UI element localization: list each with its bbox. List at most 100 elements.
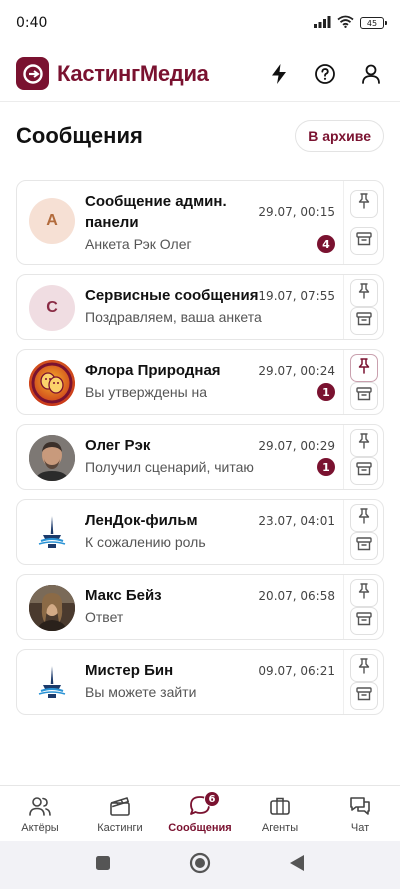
archive-chat-button[interactable]: [349, 532, 378, 560]
nav-item-castings[interactable]: Кастинги: [80, 786, 160, 841]
pin-icon: [357, 282, 371, 304]
chat-item-main[interactable]: А Сообщение админ. панели Анкета Рэк Оле…: [17, 181, 343, 264]
chat-preview: К сожалению роль: [85, 534, 206, 550]
page-title: Сообщения: [16, 123, 143, 148]
archive-chat-button[interactable]: [349, 382, 378, 410]
chat-preview: Ответ: [85, 609, 124, 625]
archive-icon: [355, 311, 372, 331]
pin-button[interactable]: [349, 429, 378, 457]
nav-label: Кастинги: [97, 822, 143, 834]
clapperboard-icon: [107, 793, 133, 819]
pin-button[interactable]: [349, 189, 378, 218]
nav-label: Сообщения: [168, 822, 232, 834]
chat-item[interactable]: Олег Рэк Получил сценарий, читаю 29.07, …: [16, 424, 384, 490]
chat-actions: [343, 275, 383, 339]
chat-time: 20.07, 06:58: [258, 589, 335, 603]
pin-icon: [357, 193, 371, 214]
archive-button[interactable]: В архиве: [295, 120, 384, 152]
chat-item[interactable]: ЛенДок-фильм К сожалению роль 23.07, 04:…: [16, 499, 384, 565]
avatar: [29, 435, 75, 481]
chat-item[interactable]: Мистер Бин Вы можете зайти 09.07, 06:21: [16, 649, 384, 715]
archive-icon: [355, 461, 372, 481]
chat-preview: Анкета Рэк Олег: [85, 236, 192, 252]
chat-item[interactable]: Флора Природная Вы утверждены на 29.07, …: [16, 349, 384, 415]
archive-icon: [355, 536, 372, 556]
messages-badge: 6: [204, 791, 220, 807]
chat-text: Сообщение админ. панели Анкета Рэк Олег: [85, 191, 343, 254]
chat-item[interactable]: С Сервисные сообщения Поздравляем, ваша …: [16, 274, 384, 340]
nav-item-messages[interactable]: 6 Сообщения: [160, 786, 240, 841]
avatar: А: [29, 198, 75, 244]
nav-item-actors[interactable]: Актёры: [0, 786, 80, 841]
chat-actions: [343, 350, 383, 414]
chat-item-main[interactable]: Олег Рэк Получил сценарий, читаю 29.07, …: [17, 425, 343, 489]
pin-icon: [357, 507, 371, 529]
nav-item-agents[interactable]: Агенты: [240, 786, 320, 841]
nav-label: Агенты: [261, 822, 299, 834]
unread-badge: 1: [317, 458, 335, 476]
archive-chat-button[interactable]: [349, 307, 378, 335]
chat-item-main[interactable]: ЛенДок-фильм К сожалению роль 23.07, 04:…: [17, 500, 343, 564]
avatar: С: [29, 285, 75, 331]
chat-time: 09.07, 06:21: [258, 664, 335, 678]
recents-icon[interactable]: [95, 855, 111, 876]
chat-item[interactable]: А Сообщение админ. панели Анкета Рэк Оле…: [16, 180, 384, 265]
archive-chat-button[interactable]: [349, 682, 378, 710]
chat-time: 29.07, 00:29: [258, 439, 335, 453]
app-logo: [16, 57, 49, 90]
status-bar: 0:40 45: [0, 0, 400, 46]
bolt-icon[interactable]: [266, 61, 292, 87]
pin-icon: [357, 432, 371, 454]
pin-button-active[interactable]: [349, 354, 378, 382]
unread-badge: 4: [317, 235, 335, 253]
pin-icon: [357, 582, 371, 604]
chat-time: 23.07, 04:01: [258, 514, 335, 528]
back-icon[interactable]: [289, 854, 305, 877]
pin-button[interactable]: [349, 579, 378, 607]
chat-actions: [343, 500, 383, 564]
header-actions: [266, 61, 384, 87]
archive-chat-button[interactable]: [349, 457, 378, 485]
help-icon[interactable]: [312, 61, 338, 87]
profile-icon[interactable]: [358, 61, 384, 87]
chat-time: 29.07, 00:15: [258, 205, 335, 219]
avatar: [29, 660, 75, 706]
chat-item-main[interactable]: Макс Бейз Ответ 20.07, 06:58: [17, 575, 343, 639]
chat-preview: Получил сценарий, читаю: [85, 459, 254, 475]
chat-item[interactable]: Макс Бейз Ответ 20.07, 06:58: [16, 574, 384, 640]
signal-icon: [314, 15, 331, 32]
home-icon[interactable]: [189, 852, 211, 879]
archive-icon: [355, 686, 372, 706]
chat-time: 19.07, 07:55: [258, 289, 335, 303]
avatar: [29, 360, 75, 406]
archive-icon: [355, 386, 372, 406]
chat-item-main[interactable]: Флора Природная Вы утверждены на 29.07, …: [17, 350, 343, 414]
chat-item-main[interactable]: Мистер Бин Вы можете зайти 09.07, 06:21: [17, 650, 343, 714]
app-name: КастингМедиа: [57, 60, 209, 86]
avatar: [29, 585, 75, 631]
chat-preview: Вы утверждены на: [85, 384, 208, 400]
status-time: 0:40: [16, 15, 48, 31]
wifi-icon: [337, 15, 354, 32]
pin-button[interactable]: [349, 504, 378, 532]
chat-actions: [343, 575, 383, 639]
pin-button[interactable]: [349, 654, 378, 682]
archive-chat-button[interactable]: [349, 227, 378, 256]
chat-preview: Поздравляем, ваша анкета: [85, 309, 262, 325]
unread-badge: 1: [317, 383, 335, 401]
chat-actions: [343, 650, 383, 714]
avatar: [29, 510, 75, 556]
pin-button[interactable]: [349, 279, 378, 307]
chat-time: 29.07, 00:24: [258, 364, 335, 378]
briefcase-icon: [267, 793, 293, 819]
archive-icon: [355, 232, 372, 251]
nav-item-chat[interactable]: Чат: [320, 786, 400, 841]
pin-icon: [357, 357, 371, 379]
battery-icon: 45: [360, 17, 387, 29]
nav-label: Чат: [350, 822, 370, 834]
chat-item-main[interactable]: С Сервисные сообщения Поздравляем, ваша …: [17, 275, 343, 339]
page-title-row: Сообщения В архиве: [0, 118, 400, 154]
chat-list: А Сообщение админ. панели Анкета Рэк Оле…: [16, 180, 384, 724]
actors-icon: [27, 793, 53, 819]
archive-chat-button[interactable]: [349, 607, 378, 635]
